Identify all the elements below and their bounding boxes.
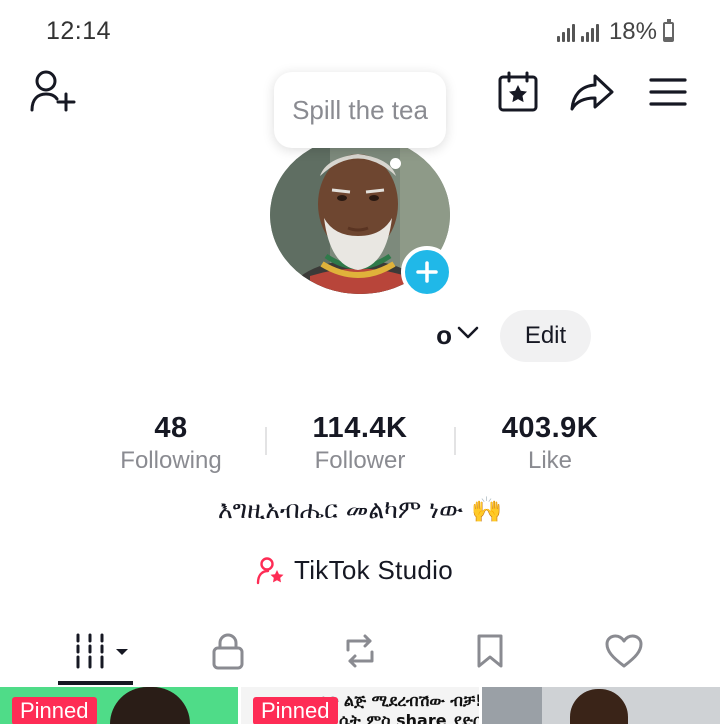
plus-icon: [416, 261, 438, 283]
person-star-icon: [256, 556, 284, 584]
spill-tea-tooltip[interactable]: Spill the tea: [274, 72, 446, 148]
chevron-down-icon[interactable]: [456, 324, 480, 347]
like-label: Like: [527, 447, 573, 474]
tab-private[interactable]: [208, 626, 248, 676]
video-thumbnail-1[interactable]: Pinned: [0, 687, 238, 724]
menu-button[interactable]: [644, 70, 692, 114]
videos-grid-icon: [76, 633, 128, 669]
tiktok-studio-link[interactable]: TikTok Studio: [256, 555, 453, 586]
status-time: 12:14: [46, 17, 112, 45]
follower-count: 114.4K: [312, 412, 408, 444]
stat-likes[interactable]: 403.9K Like: [460, 412, 640, 475]
heart-icon: [605, 634, 643, 668]
calendar-button[interactable]: [494, 68, 542, 116]
signal-1-icon: [556, 22, 575, 42]
stat-divider: [454, 427, 456, 455]
battery-icon: [663, 19, 674, 42]
following-label: Following: [120, 447, 222, 474]
share-profile-button[interactable]: [567, 68, 617, 116]
repost-icon: [346, 634, 374, 668]
pinned-badge: Pinned: [12, 697, 97, 724]
edit-profile-button[interactable]: Edit: [500, 310, 591, 362]
tooltip-text: Spill the tea: [292, 94, 428, 125]
bookmark-icon: [477, 634, 503, 668]
thumbnail-caption-line2: ሴት ምስ share ያድርጉ: [339, 711, 479, 724]
tab-videos[interactable]: [70, 626, 132, 676]
pinned-badge: Pinned: [253, 697, 338, 724]
status-bar: 12:14 18%: [0, 0, 720, 62]
follower-label: Follower: [314, 447, 406, 474]
tab-favorites[interactable]: [472, 626, 508, 676]
add-avatar-story-button[interactable]: [401, 246, 453, 298]
tiktok-studio-label: TikTok Studio: [294, 555, 453, 585]
thumbnail-figure: [110, 687, 190, 724]
battery-percent: 18%: [608, 18, 657, 45]
thumbnail-background: [482, 687, 542, 724]
lock-icon: [212, 633, 244, 670]
profile-bio: እግዚአብሔር መልካም ነው 🙌: [217, 495, 503, 524]
add-friend-button[interactable]: [26, 66, 78, 116]
like-count: 403.9K: [501, 412, 599, 444]
active-tab-indicator: [58, 681, 133, 685]
share-arrow-icon: [570, 74, 614, 111]
tab-reposts[interactable]: [338, 626, 382, 676]
stat-followers[interactable]: 114.4K Follower: [270, 412, 450, 475]
tooltip-tail: [390, 158, 401, 169]
video-thumbnail-3[interactable]: [482, 687, 720, 724]
tab-liked[interactable]: [602, 626, 646, 676]
stat-divider: [265, 427, 267, 455]
thumbnail-figure: [570, 689, 628, 724]
person-add-icon: [30, 70, 76, 112]
username[interactable]: o: [300, 320, 452, 351]
signal-2-icon: [580, 22, 599, 42]
hamburger-menu-icon: [649, 78, 687, 106]
status-indicators: 18%: [556, 18, 674, 46]
calendar-star-icon: [498, 71, 538, 112]
video-thumbnail-2[interactable]: ወንድ ልጅ ሚደረብሽው ብቻ! ሴት ምስ share ያድርጉ Pinne…: [241, 687, 479, 724]
stat-following[interactable]: 48 Following: [81, 412, 261, 475]
following-count: 48: [154, 412, 188, 444]
